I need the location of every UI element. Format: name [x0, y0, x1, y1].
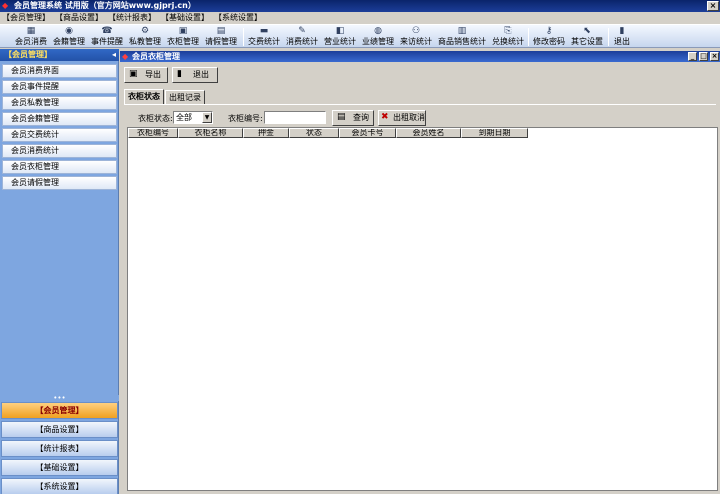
panel-icon: ◆: [122, 52, 129, 61]
sidebar-item-payment-stats[interactable]: 会员交费统计: [2, 128, 117, 142]
locker-icon: ▣: [178, 26, 188, 36]
toolbar-exchange-stats-button[interactable]: ⎘ 兑换统计: [490, 26, 526, 47]
medal-icon: ◍: [374, 26, 382, 36]
phone-icon: ☎: [101, 26, 113, 36]
sidebar-splitter[interactable]: •••: [0, 395, 119, 402]
toolbar-consume-stats-button[interactable]: ✎ 消费统计: [284, 26, 320, 47]
toolbar-payment-stats-button[interactable]: ▬ 交费统计: [246, 26, 282, 47]
sidebar-header: 【会员管理】 ◂: [0, 49, 119, 61]
sidebar-group-system[interactable]: 【系统设置】: [1, 478, 118, 494]
title-bar: ◆ 会员管理系统 试用版（官方网站www.gjprj.cn） ×: [0, 0, 720, 12]
locker-number-input[interactable]: [264, 111, 326, 124]
toolbar-business-stats-button[interactable]: ◧ 营业统计: [322, 26, 358, 47]
pen-icon: ✎: [298, 26, 306, 36]
toolbar-separator: [608, 28, 609, 46]
payment-icon: ▬: [259, 26, 269, 36]
exchange-icon: ⎘: [504, 26, 512, 36]
toolbar-change-password-button[interactable]: ⚷ 修改密码: [531, 26, 567, 47]
query-button[interactable]: ▤ 查询: [332, 110, 374, 126]
toolbar-leave-button[interactable]: ▤ 请假管理: [203, 26, 239, 47]
leave-icon: ▤: [216, 26, 226, 36]
column-card-number[interactable]: 会员卡号: [339, 128, 396, 138]
register-icon: ▦: [26, 26, 36, 36]
collapse-arrow-icon[interactable]: ◂: [112, 49, 116, 61]
column-locker-name[interactable]: 衣柜名称: [178, 128, 243, 138]
tab-locker-status[interactable]: 衣柜状态: [124, 89, 164, 104]
sidebar-item-membership[interactable]: 会员会籍管理: [2, 112, 117, 126]
panel-minimize-button[interactable]: _: [688, 52, 697, 61]
visitor-icon: ⚇: [411, 26, 421, 36]
toolbar-reminder-button[interactable]: ☎ 事件提醒: [89, 26, 125, 47]
cursor-icon: ⬉: [583, 26, 591, 36]
column-deposit[interactable]: 押金: [243, 128, 289, 138]
sidebar-list: 会员消费界面 会员事件提醒 会员私教管理 会员会籍管理 会员交费统计 会员消费统…: [2, 64, 117, 192]
toolbar: ▦ 会员消费 ◉ 会籍管理 ☎ 事件提醒 ⚙ 私教管理 ▣ 衣柜管理 ▤ 请假管理 ▬ 交费统…: [0, 24, 720, 48]
toolbar-separator: [528, 28, 529, 46]
panel-title: 会员衣柜管理: [132, 52, 180, 61]
chart-icon: ◧: [335, 26, 345, 36]
member-card-icon: ◉: [65, 26, 73, 36]
sales-icon: ▥: [457, 26, 467, 36]
key-icon: ⚷: [545, 26, 553, 36]
dropdown-arrow-icon[interactable]: ▼: [202, 112, 212, 123]
menu-member[interactable]: 【会员管理】: [2, 12, 50, 24]
column-status[interactable]: 状态: [289, 128, 339, 138]
cancel-icon: ✖: [381, 112, 389, 122]
sidebar-item-trainer[interactable]: 会员私教管理: [2, 96, 117, 110]
menu-reports[interactable]: 【统计报表】: [108, 12, 156, 24]
toolbar-locker-button[interactable]: ▣ 衣柜管理: [165, 26, 201, 47]
tab-rental-records[interactable]: 出租记录: [165, 90, 205, 104]
sidebar-group-basic[interactable]: 【基础设置】: [1, 459, 118, 476]
sidebar-group-reports[interactable]: 【统计报表】: [1, 440, 118, 457]
column-member-name[interactable]: 会员姓名: [396, 128, 461, 138]
menu-system[interactable]: 【系统设置】: [214, 12, 262, 24]
toolbar-trainer-button[interactable]: ⚙ 私教管理: [127, 26, 163, 47]
sidebar-group-member[interactable]: 【会员管理】: [1, 402, 118, 419]
sidebar-item-reminder[interactable]: 会员事件提醒: [2, 80, 117, 94]
toolbar-performance-button[interactable]: ◍ 业绩管理: [360, 26, 396, 47]
sidebar-item-locker[interactable]: 会员衣柜管理: [2, 160, 117, 174]
cancel-rental-button[interactable]: ✖ 出租取消: [378, 110, 426, 126]
trainer-icon: ⚙: [140, 26, 150, 36]
toolbar-sales-stats-button[interactable]: ▥ 商品销售统计: [436, 26, 488, 47]
panel-restore-button[interactable]: □: [699, 52, 708, 61]
locker-table: 衣柜编号 衣柜名称 押金 状态 会员卡号 会员姓名 到期日期: [127, 127, 718, 491]
status-select[interactable]: 全部 ▼: [173, 111, 213, 124]
toolbar-other-settings-button[interactable]: ⬉ 其它设置: [569, 26, 605, 47]
column-expiry-date[interactable]: 到期日期: [461, 128, 528, 138]
locker-management-panel: ◆ 会员衣柜管理 _ □ × ▣ 导出 ▮ 退出 衣柜状态 出租记录 衣柜状态:…: [120, 49, 720, 494]
locker-number-label: 衣柜编号:: [228, 114, 263, 123]
status-filter-label: 衣柜状态:: [138, 114, 173, 123]
export-icon: ▣: [129, 69, 138, 79]
app-logo-icon: ◆: [2, 1, 9, 10]
sidebar-item-leave[interactable]: 会员请假管理: [2, 176, 117, 190]
menu-basic[interactable]: 【基础设置】: [161, 12, 209, 24]
menu-bar: 【会员管理】 【商品设置】 【统计报表】 【基础设置】 【系统设置】: [0, 12, 720, 24]
toolbar-member-consume-button[interactable]: ▦ 会员消费: [13, 26, 49, 47]
toolbar-separator: [243, 28, 244, 46]
exit-icon: ▮: [177, 69, 182, 79]
column-locker-number[interactable]: 衣柜编号: [128, 128, 178, 138]
export-button[interactable]: ▣ 导出: [124, 67, 168, 83]
panel-close-button[interactable]: ×: [710, 52, 719, 61]
sidebar-group-goods[interactable]: 【商品设置】: [1, 421, 118, 438]
tab-divider: [124, 104, 716, 105]
sidebar: 【会员管理】 ◂ 会员消费界面 会员事件提醒 会员私教管理 会员会籍管理 会员交…: [0, 49, 119, 494]
exit-button[interactable]: ▮ 退出: [172, 67, 218, 83]
toolbar-visit-stats-button[interactable]: ⚇ 来访统计: [398, 26, 434, 47]
window-title: 会员管理系统 试用版（官方网站www.gjprj.cn）: [14, 1, 196, 10]
query-icon: ▤: [337, 112, 346, 122]
window-close-button[interactable]: ×: [707, 1, 719, 11]
toolbar-exit-button[interactable]: ▮ 退出: [611, 26, 633, 47]
sidebar-item-consume-stats[interactable]: 会员消费统计: [2, 144, 117, 158]
door-icon: ▮: [619, 26, 625, 36]
menu-goods[interactable]: 【商品设置】: [55, 12, 103, 24]
app-window: ◆ 会员管理系统 试用版（官方网站www.gjprj.cn） × 【会员管理】 …: [0, 0, 720, 494]
sidebar-item-consume[interactable]: 会员消费界面: [2, 64, 117, 78]
toolbar-membership-button[interactable]: ◉ 会籍管理: [51, 26, 87, 47]
panel-title-bar: ◆ 会员衣柜管理 _ □ ×: [120, 51, 720, 62]
